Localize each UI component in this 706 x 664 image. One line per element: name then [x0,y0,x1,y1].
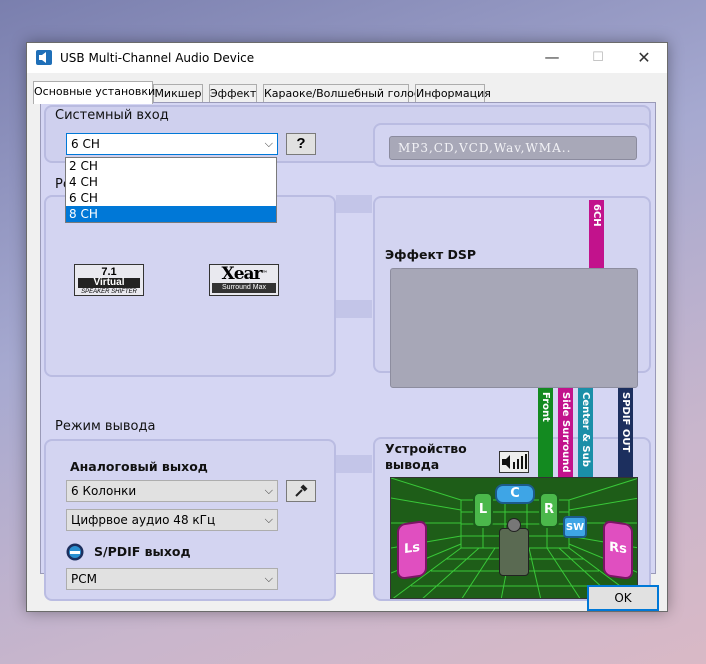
xear-logo-text: Xear [221,264,263,284]
dsp-heading: Эффект DSP [385,247,477,262]
analog-output-heading: Аналоговый выход [70,459,208,474]
window-title: USB Multi-Channel Audio Device [60,51,255,65]
speaker-room-view: L C R SW Ls Rs [390,477,638,599]
band-spdif-out: SPDIF OUT [618,388,633,478]
band-center-sub: Center & Sub [578,388,593,478]
listener-head [507,518,521,532]
connector [336,455,372,473]
hammer-icon [295,484,308,497]
spdif-output-heading: S/PDIF выход [94,544,191,559]
output-device-heading-2: вывода [385,457,440,472]
surround-right-speaker[interactable]: Rs [603,519,633,581]
spdif-format-value: PCM [71,572,97,586]
virtual-logo-bottom: SPEAKER SHIFTER [81,289,137,295]
speaker-bars-icon [502,454,527,469]
input-channels-select[interactable]: 6 CH ⌵ [66,133,278,155]
digital-audio-value: Цифрвое аудио 48 кГц [71,513,216,527]
help-button[interactable]: ? [286,133,316,155]
virtual-speaker-shifter-logo[interactable]: 7.1 Virtual SPEAKER SHIFTER [74,264,144,296]
xear-logo-tm: ™ [261,270,267,277]
connector [336,300,372,318]
spdif-format-select[interactable]: PCM ⌵ [66,568,278,590]
ok-button[interactable]: OK [587,585,659,611]
spdif-icon [66,543,84,561]
dropdown-option[interactable]: 4 CH [66,174,276,190]
listener-chair [499,528,529,576]
center-speaker[interactable]: C [495,484,535,504]
speaker-app-icon [36,50,52,65]
tab-karaoke[interactable]: Караоке/Волшебный голос [263,84,420,103]
system-input-heading: Системный вход [55,108,169,123]
dropdown-option-highlighted[interactable]: 8 CH [66,206,276,222]
chevron-down-icon: ⌵ [264,484,273,497]
maximize-button[interactable]: ☐ [575,43,621,73]
audio-device-window: USB Multi-Channel Audio Device — ☐ ✕ Осн… [26,42,668,612]
dropdown-option[interactable]: 2 CH [66,158,276,174]
close-button[interactable]: ✕ [621,43,667,73]
tab-information[interactable]: Информация [415,84,491,103]
band-front: Front [538,388,553,478]
xear-surround-max-logo[interactable]: Xear™ Surround Max [209,264,279,296]
chevron-down-icon: ⌵ [264,572,273,585]
surround-left-speaker[interactable]: Ls [397,519,427,581]
virtual-logo-mid: Virtual [78,278,140,288]
dsp-effect-display [390,268,638,388]
band-6ch: 6CH [589,200,604,268]
subwoofer-speaker[interactable]: SW [563,516,587,538]
speaker-level-button[interactable] [499,451,529,473]
chevron-down-icon: ⌵ [264,513,273,526]
dropdown-option[interactable]: 6 CH [66,190,276,206]
title-bar: USB Multi-Channel Audio Device — ☐ ✕ [27,43,667,73]
front-left-speaker[interactable]: L [473,492,493,528]
front-right-speaker[interactable]: R [539,492,559,528]
input-channels-value: 6 CH [71,137,100,151]
input-channels-dropdown: 2 CH 4 CH 6 CH 8 CH [65,157,277,223]
tab-basic-settings[interactable]: Основные установки [33,81,155,104]
xear-logo-sub: Surround Max [212,283,276,293]
output-device-heading-1: Устройство [385,441,467,456]
band-side-surround: Side Surround [558,388,573,478]
speaker-test-button[interactable] [286,480,316,502]
speakers-select[interactable]: 6 Колонки ⌵ [66,480,278,502]
chevron-down-icon: ⌵ [264,137,273,150]
tab-effect[interactable]: Эффект [209,84,257,103]
input-formats-display: MP3,CD,VCD,Wav,WMA.. [389,136,637,160]
minimize-button[interactable]: — [529,43,575,73]
digital-audio-select[interactable]: Цифрвое аудио 48 кГц ⌵ [66,509,278,531]
tab-mixer[interactable]: Микшер [153,84,203,103]
connector [336,195,372,213]
output-mode-heading: Режим вывода [55,419,156,434]
speakers-value: 6 Колонки [71,484,137,498]
